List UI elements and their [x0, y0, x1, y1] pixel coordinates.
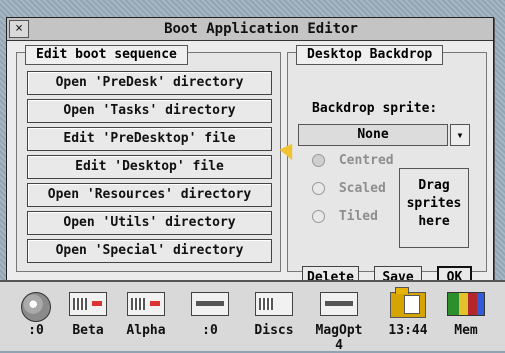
discs-icon — [255, 292, 293, 316]
radio-icon — [312, 182, 325, 195]
drive-icon — [69, 292, 107, 316]
centred-radio-label: Centred — [338, 153, 394, 168]
menu-icon: ▾ — [456, 128, 464, 142]
open-special-directory-button[interactable]: Open 'Special' directory — [27, 239, 272, 263]
clock-label: 13:44 — [388, 323, 428, 338]
icon-bar: :0 Beta Alpha :0 Discs MagOpt 4 13:44 Me… — [0, 280, 505, 353]
open-predesk-directory-button[interactable]: Open 'PreDesk' directory — [27, 71, 272, 95]
radio-icon — [312, 154, 325, 167]
memory-icon — [447, 292, 485, 316]
close-icon: × — [15, 21, 23, 36]
cd-drive-label: :0 — [28, 323, 44, 338]
discs-item[interactable]: Discs — [248, 292, 300, 344]
edit-predesktop-file-button[interactable]: Edit 'PreDesktop' file — [27, 127, 272, 151]
title-bar[interactable]: × Boot Application Editor — [7, 18, 493, 41]
tiled-radio-label: Tiled — [338, 209, 378, 224]
drag-text-line-2: sprites — [406, 196, 462, 211]
edit-boot-sequence-label: Edit boot sequence — [25, 45, 188, 65]
floppy-drive-label: :0 — [202, 323, 218, 338]
mag-icon — [320, 292, 358, 316]
desktop-backdrop-panel: Desktop Backdrop Backdrop sprite: None ▾… — [287, 45, 487, 290]
tiled-radio[interactable]: Tiled — [312, 209, 378, 224]
alpha-drive-label: Alpha — [126, 323, 166, 338]
magopt-item[interactable]: MagOpt 4 — [313, 292, 365, 353]
clock-icon — [390, 287, 426, 318]
cd-drive-item[interactable]: :0 — [10, 292, 62, 344]
scaled-radio-label: Scaled — [338, 181, 386, 196]
radio-icon — [312, 210, 325, 223]
edit-boot-sequence-panel: Edit boot sequence Open 'PreDesk' direct… — [16, 45, 281, 272]
open-utils-directory-button[interactable]: Open 'Utils' directory — [27, 211, 272, 235]
scaled-radio[interactable]: Scaled — [312, 181, 386, 196]
drag-sprites-here-zone[interactable]: Drag sprites here — [399, 168, 469, 248]
close-button[interactable]: × — [9, 20, 29, 38]
window-title: Boot Application Editor — [164, 21, 358, 37]
sprite-menu-button[interactable]: ▾ — [450, 124, 470, 146]
drag-text-line-1: Drag — [418, 178, 450, 193]
backdrop-sprite-label: Backdrop sprite: — [312, 101, 438, 116]
alpha-drive-item[interactable]: Alpha — [120, 292, 172, 344]
open-resources-directory-button[interactable]: Open 'Resources' directory — [27, 183, 272, 207]
desktop-backdrop-label: Desktop Backdrop — [296, 45, 444, 65]
edit-desktop-file-button[interactable]: Edit 'Desktop' file — [27, 155, 272, 179]
cd-icon — [21, 292, 51, 322]
open-tasks-directory-button[interactable]: Open 'Tasks' directory — [27, 99, 272, 123]
boot-application-editor-window: × Boot Application Editor Edit boot sequ… — [6, 17, 494, 290]
backdrop-sprite-field[interactable]: None — [298, 124, 448, 146]
centred-radio[interactable]: Centred — [312, 153, 394, 168]
beta-drive-item[interactable]: Beta — [62, 292, 114, 344]
floppy-icon — [191, 292, 229, 316]
beta-drive-label: Beta — [72, 323, 104, 338]
memory-item[interactable]: Mem — [440, 292, 492, 344]
discs-label: Discs — [254, 323, 294, 338]
floppy-drive-item[interactable]: :0 — [184, 292, 236, 344]
memory-label: Mem — [454, 323, 478, 338]
drag-text-line-3: here — [418, 214, 450, 229]
clock-item[interactable]: 13:44 — [382, 287, 434, 344]
drive-icon — [127, 292, 165, 316]
